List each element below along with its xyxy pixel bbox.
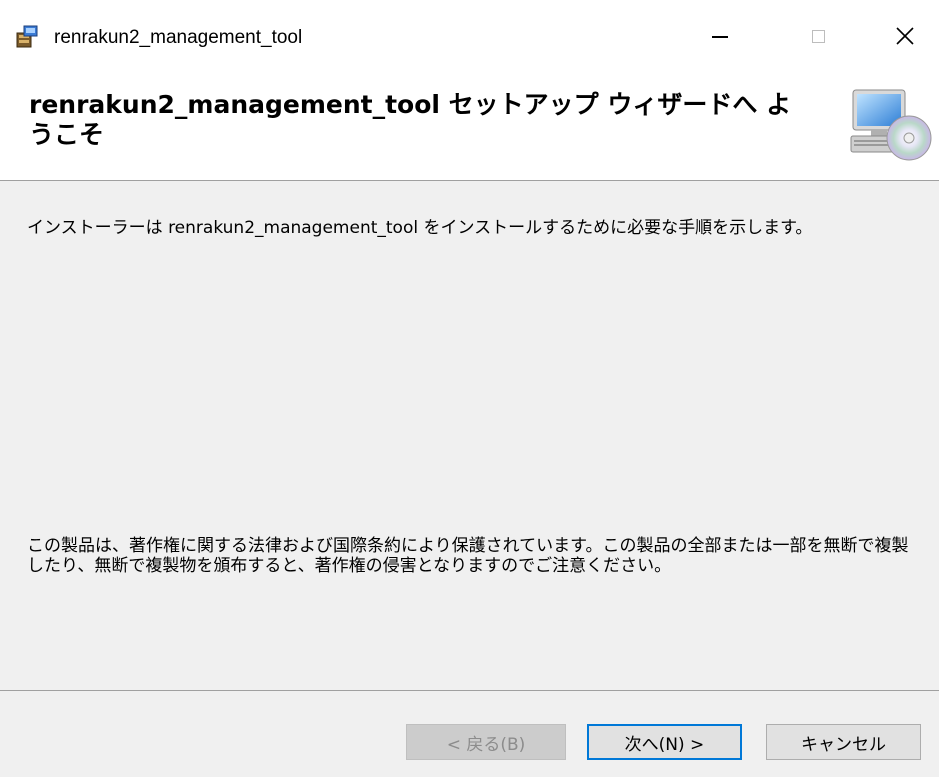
- installer-icon: [16, 25, 38, 48]
- minimize-icon: [712, 36, 728, 38]
- setup-wizard-window: renrakun2_management_tool renrakun2_mana…: [0, 0, 939, 777]
- computer-cd-icon: [850, 89, 932, 161]
- minimize-button[interactable]: [690, 14, 750, 54]
- maximize-button[interactable]: [788, 14, 848, 54]
- wizard-content: インストーラーは renrakun2_management_tool をインスト…: [0, 181, 939, 691]
- page-title: renrakun2_management_tool セットアップ ウィザードへ …: [29, 90, 792, 149]
- button-bar: < 戻る(B) 次へ(N) > キャンセル: [0, 690, 939, 777]
- header-banner: renrakun2_management_tool セットアップ ウィザードへ …: [0, 56, 939, 181]
- close-icon: [896, 27, 914, 45]
- title-bar[interactable]: renrakun2_management_tool: [0, 0, 939, 56]
- next-button[interactable]: 次へ(N) >: [587, 724, 742, 760]
- maximize-icon: [811, 29, 825, 43]
- copyright-notice: この製品は、著作権に関する法律および国際条約により保護されています。この製品の全…: [27, 536, 909, 576]
- intro-text: インストーラーは renrakun2_management_tool をインスト…: [27, 218, 813, 238]
- window-title: renrakun2_management_tool: [54, 27, 303, 48]
- close-button[interactable]: [875, 14, 935, 54]
- back-button[interactable]: < 戻る(B): [406, 724, 566, 760]
- cancel-button[interactable]: キャンセル: [766, 724, 921, 760]
